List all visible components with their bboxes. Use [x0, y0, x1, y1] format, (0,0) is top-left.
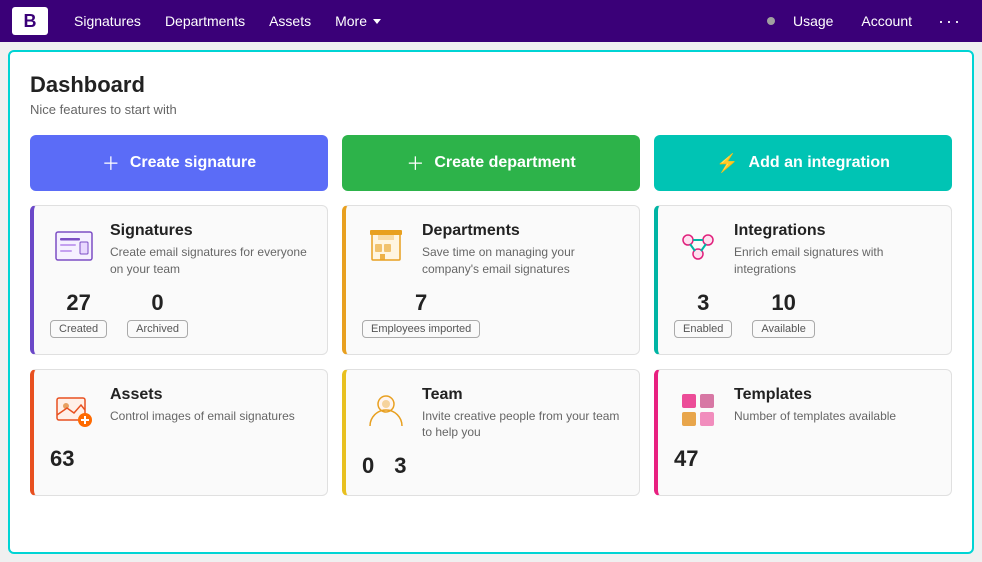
- card-text: Templates Number of templates available: [734, 386, 896, 425]
- logo[interactable]: B: [12, 7, 48, 35]
- create-department-button[interactable]: ＋ Create department: [342, 135, 640, 191]
- card-text: Team Invite creative people from your te…: [422, 386, 623, 442]
- card-text: Signatures Create email signatures for e…: [110, 222, 311, 278]
- card-text: Departments Save time on managing your c…: [422, 222, 623, 278]
- card-stats: 7 Employees imported: [362, 290, 623, 338]
- card-title: Departments: [422, 222, 623, 240]
- card-title: Team: [422, 386, 623, 404]
- stat-team-0: 0: [362, 453, 374, 479]
- stat-number: 3: [697, 290, 709, 316]
- card-desc: Save time on managing your company's ema…: [422, 244, 623, 278]
- card-header: Templates Number of templates available: [674, 386, 935, 434]
- card-header: Team Invite creative people from your te…: [362, 386, 623, 442]
- assets-icon: [50, 386, 98, 434]
- stat-number: 27: [66, 290, 90, 316]
- page-title: Dashboard: [30, 72, 952, 98]
- stat-archived: 0 Archived: [127, 290, 188, 338]
- available-badge: Available: [752, 320, 814, 338]
- created-badge: Created: [50, 320, 107, 338]
- integrations-card: Integrations Enrich email signatures wit…: [654, 205, 952, 355]
- card-title: Templates: [734, 386, 896, 404]
- employees-badge: Employees imported: [362, 320, 480, 338]
- stat-available: 10 Available: [752, 290, 814, 338]
- enabled-badge: Enabled: [674, 320, 732, 338]
- card-text: Integrations Enrich email signatures wit…: [734, 222, 935, 278]
- templates-card: Templates Number of templates available …: [654, 369, 952, 497]
- stat-number-2: 10: [771, 290, 795, 316]
- plus-icon-2: ＋: [406, 150, 424, 176]
- stat-number: 7: [415, 290, 427, 316]
- stat-enabled: 3 Enabled: [674, 290, 732, 338]
- stat-number: 0: [362, 453, 374, 479]
- card-stats: 63: [50, 446, 311, 472]
- card-desc: Create email signatures for everyone on …: [110, 244, 311, 278]
- nav-right: Usage Account ···: [767, 7, 970, 36]
- card-title: Assets: [110, 386, 295, 404]
- stat-number: 47: [674, 446, 698, 472]
- card-text: Assets Control images of email signature…: [110, 386, 295, 425]
- page-subtitle: Nice features to start with: [30, 102, 952, 117]
- card-stats: 47: [674, 446, 935, 472]
- card-desc: Invite creative people from your team to…: [422, 408, 623, 442]
- action-row: ＋ Create signature ＋ Create department ⚡…: [30, 135, 952, 191]
- card-stats: 0 3: [362, 453, 623, 479]
- card-header: Assets Control images of email signature…: [50, 386, 311, 434]
- card-title: Integrations: [734, 222, 935, 240]
- signatures-icon: [50, 222, 98, 270]
- card-stats: 27 Created 0 Archived: [50, 290, 311, 338]
- plug-icon: ⚡: [716, 153, 738, 174]
- stat-number-2: 0: [151, 290, 163, 316]
- main-content: Dashboard Nice features to start with ＋ …: [8, 50, 974, 554]
- integrations-icon: [674, 222, 722, 270]
- departments-icon: [362, 222, 410, 270]
- team-card: Team Invite creative people from your te…: [342, 369, 640, 497]
- archived-badge: Archived: [127, 320, 188, 338]
- templates-icon: [674, 386, 722, 434]
- card-stats: 3 Enabled 10 Available: [674, 290, 935, 338]
- card-desc: Number of templates available: [734, 408, 896, 425]
- stat-team-1: 3: [394, 453, 406, 479]
- stat-created: 27 Created: [50, 290, 107, 338]
- stat-employees: 7 Employees imported: [362, 290, 480, 338]
- nav-assets[interactable]: Assets: [259, 7, 321, 35]
- stat-assets: 63: [50, 446, 74, 472]
- nav-account[interactable]: Account: [851, 7, 922, 35]
- assets-card: Assets Control images of email signature…: [30, 369, 328, 497]
- card-header: Departments Save time on managing your c…: [362, 222, 623, 278]
- navbar: B Signatures Departments Assets More Usa…: [0, 0, 982, 42]
- card-header: Integrations Enrich email signatures wit…: [674, 222, 935, 278]
- stat-number: 63: [50, 446, 74, 472]
- nav-signatures[interactable]: Signatures: [64, 7, 151, 35]
- status-dot: [767, 17, 775, 25]
- signatures-card: Signatures Create email signatures for e…: [30, 205, 328, 355]
- card-desc: Control images of email signatures: [110, 408, 295, 425]
- nav-usage[interactable]: Usage: [783, 7, 843, 35]
- nav-overflow-menu[interactable]: ···: [930, 7, 970, 36]
- card-header: Signatures Create email signatures for e…: [50, 222, 311, 278]
- plus-icon: ＋: [102, 150, 120, 176]
- team-icon: [362, 386, 410, 434]
- add-integration-button[interactable]: ⚡ Add an integration: [654, 135, 952, 191]
- card-desc: Enrich email signatures with integration…: [734, 244, 935, 278]
- card-title: Signatures: [110, 222, 311, 240]
- create-signature-button[interactable]: ＋ Create signature: [30, 135, 328, 191]
- card-grid: Signatures Create email signatures for e…: [30, 205, 952, 496]
- nav-links: Signatures Departments Assets More: [64, 7, 767, 35]
- stat-templates: 47: [674, 446, 698, 472]
- departments-card: Departments Save time on managing your c…: [342, 205, 640, 355]
- nav-departments[interactable]: Departments: [155, 7, 255, 35]
- stat-number-2: 3: [394, 453, 406, 479]
- chevron-down-icon: [373, 19, 381, 24]
- nav-more[interactable]: More: [325, 7, 391, 35]
